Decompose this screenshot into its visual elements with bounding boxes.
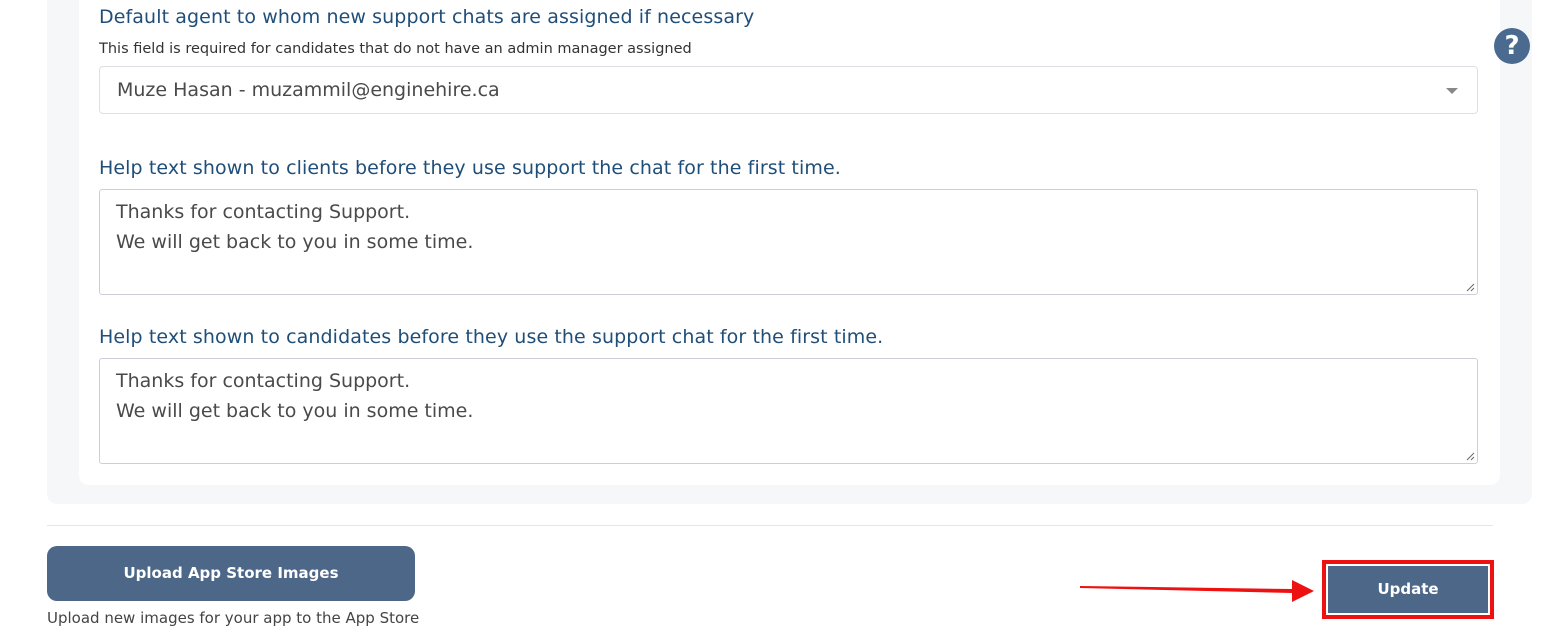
clients-help-text-line: Thanks for contacting Support. — [116, 201, 411, 223]
default-agent-select[interactable]: Muze Hasan - muzammil@enginehire.ca — [99, 66, 1478, 114]
candidates-help-text-line: Thanks for contacting Support. — [116, 370, 411, 392]
resize-handle-icon[interactable] — [1465, 282, 1475, 292]
update-button[interactable]: Update — [1328, 566, 1488, 613]
upload-caption: Upload new images for your app to the Ap… — [47, 609, 420, 627]
chevron-down-icon — [1446, 88, 1458, 94]
clients-help-text-label: Help text shown to clients before they u… — [99, 157, 841, 179]
default-agent-hint: This field is required for candidates th… — [99, 41, 692, 57]
default-agent-label: Default agent to whom new support chats … — [99, 6, 755, 28]
upload-app-store-images-button[interactable]: Upload App Store Images — [47, 546, 415, 601]
section-divider — [47, 525, 1493, 526]
red-arrow-annotation-icon — [1080, 580, 1314, 602]
default-agent-selected-value: Muze Hasan - muzammil@enginehire.ca — [117, 79, 500, 101]
clients-help-text-line: We will get back to you in some time. — [116, 231, 474, 253]
candidates-help-text-label: Help text shown to candidates before the… — [99, 326, 884, 348]
question-circle-icon[interactable]: ? — [1494, 28, 1530, 64]
resize-handle-icon[interactable] — [1465, 451, 1475, 461]
candidates-help-text-line: We will get back to you in some time. — [116, 400, 474, 422]
candidates-help-textarea[interactable]: Thanks for contacting Support. We will g… — [99, 358, 1478, 464]
clients-help-textarea[interactable]: Thanks for contacting Support. We will g… — [99, 189, 1478, 295]
